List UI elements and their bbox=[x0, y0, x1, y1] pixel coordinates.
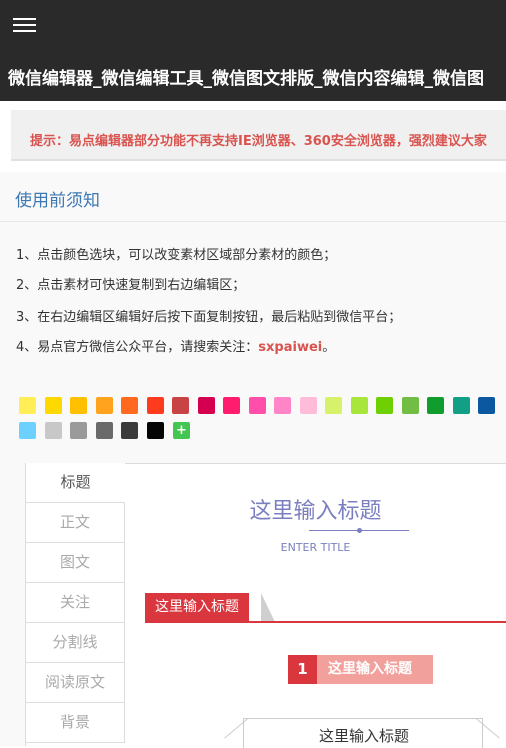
title-style-1-text: 这里输入标题 bbox=[249, 499, 382, 524]
color-swatch[interactable] bbox=[197, 397, 215, 414]
title-style-4-text: 这里输入标题 bbox=[318, 727, 409, 745]
color-swatch[interactable] bbox=[299, 397, 317, 414]
add-color-button[interactable]: + bbox=[173, 422, 190, 439]
material-preview: 这里输入标题 ENTER TITLE 这里输入标题 1 这里输入标题 这里输入标… bbox=[125, 463, 506, 748]
color-swatch[interactable] bbox=[19, 397, 36, 414]
tab-title[interactable]: 标题 bbox=[25, 463, 125, 503]
tab-read-more[interactable]: 阅读原文 bbox=[25, 663, 125, 703]
tab-divider[interactable]: 分割线 bbox=[25, 623, 125, 663]
color-swatch[interactable] bbox=[274, 397, 291, 414]
color-swatch[interactable] bbox=[401, 397, 419, 414]
top-bar: 微信编辑器_微信编辑工具_微信图文排版_微信内容编辑_微信图 bbox=[0, 0, 506, 101]
color-swatch[interactable] bbox=[121, 397, 138, 414]
notice-text: 提示：易点编辑器部分功能不再支持IE浏览器、360安全浏览器，强烈建议大家 bbox=[30, 134, 487, 149]
color-swatch[interactable] bbox=[146, 422, 164, 439]
guide-item: 2、点击素材可快速复制到右边编辑区； bbox=[16, 278, 246, 293]
color-swatch[interactable] bbox=[350, 397, 368, 414]
title-style-2-underline bbox=[145, 621, 506, 623]
title-style-2-text: 这里输入标题 bbox=[145, 593, 249, 622]
color-swatch[interactable] bbox=[19, 422, 36, 439]
color-swatch[interactable] bbox=[376, 397, 393, 414]
color-swatch[interactable] bbox=[95, 397, 113, 414]
title-style-3-number: 1 bbox=[288, 655, 317, 684]
color-swatch[interactable] bbox=[44, 397, 62, 414]
color-swatch[interactable] bbox=[325, 397, 342, 414]
guide-item-text: 4、易点官方微信公众平台，请搜索关注： bbox=[16, 340, 259, 355]
tab-image-text[interactable]: 图文 bbox=[25, 543, 125, 583]
tab-body[interactable]: 正文 bbox=[25, 503, 125, 543]
material-tabs: 标题 正文 图文 关注 分割线 阅读原文 背景 bbox=[25, 463, 125, 746]
title-style-1-dot bbox=[357, 528, 362, 533]
color-swatch[interactable] bbox=[248, 397, 266, 414]
color-swatch[interactable] bbox=[95, 422, 113, 439]
guide-title: 使用前须知 bbox=[15, 191, 100, 211]
title-style-3-text: 这里输入标题 bbox=[317, 655, 433, 684]
color-swatch[interactable] bbox=[70, 397, 87, 414]
color-swatch[interactable] bbox=[121, 422, 138, 439]
color-swatch[interactable] bbox=[478, 397, 495, 414]
color-swatch[interactable] bbox=[44, 422, 62, 439]
color-swatch[interactable] bbox=[223, 397, 240, 414]
notice-area: 提示：易点编辑器部分功能不再支持IE浏览器、360安全浏览器，强烈建议大家 bbox=[0, 101, 506, 172]
title-style-1-subtitle: ENTER TITLE bbox=[280, 541, 351, 554]
title-style-2-corner bbox=[261, 593, 275, 622]
title-style-4-box: 这里输入标题 bbox=[243, 718, 483, 748]
guide-item-wechat: 4、易点官方微信公众平台，请搜索关注：sxpaiwei。 bbox=[16, 336, 335, 355]
color-swatch[interactable] bbox=[70, 422, 87, 439]
page-title: 微信编辑器_微信编辑工具_微信图文排版_微信内容编辑_微信图 bbox=[8, 69, 484, 89]
notice-banner: 提示：易点编辑器部分功能不再支持IE浏览器、360安全浏览器，强烈建议大家 bbox=[11, 110, 506, 161]
hamburger-menu-icon[interactable] bbox=[13, 15, 37, 35]
guide-item: 1、点击颜色选块，可以改变素材区域部分素材的颜色； bbox=[16, 248, 337, 263]
tab-background[interactable]: 背景 bbox=[25, 703, 125, 743]
wechat-id: sxpaiwei bbox=[258, 340, 323, 355]
guide-item: 3、在右边编辑区编辑好后按下面复制按钮，最后粘贴到微信平台； bbox=[16, 310, 402, 325]
color-swatch[interactable] bbox=[172, 397, 189, 414]
guide-header: 使用前须知 bbox=[0, 172, 506, 222]
tab-follow[interactable]: 关注 bbox=[25, 583, 125, 623]
color-swatch[interactable] bbox=[146, 397, 164, 414]
color-swatch[interactable] bbox=[452, 397, 470, 414]
guide-item-suffix: 。 bbox=[322, 340, 336, 355]
color-swatch[interactable] bbox=[427, 397, 444, 414]
